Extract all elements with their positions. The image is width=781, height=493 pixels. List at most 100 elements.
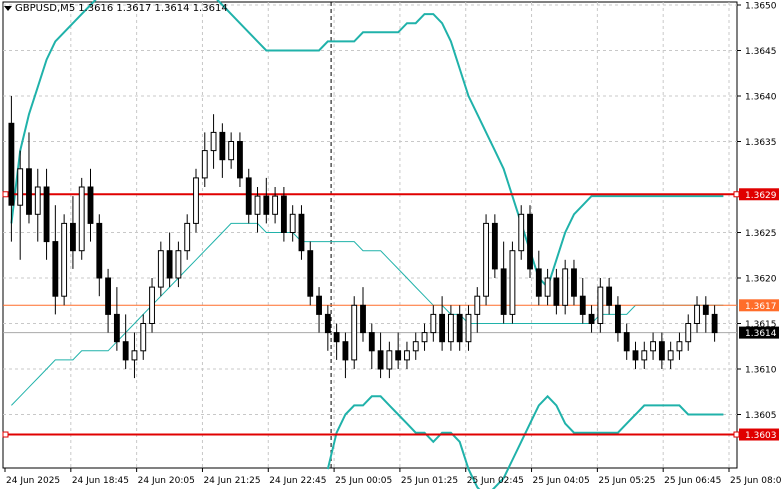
- level-anchor-left: [2, 191, 9, 198]
- candle-body-bear: [491, 222, 498, 270]
- x-tick-label: 25 Jun 08:05: [730, 476, 781, 486]
- candle: [650, 332, 656, 360]
- candle: [113, 287, 120, 351]
- candle-body-bull: [562, 268, 569, 306]
- candle-body-bear: [280, 195, 287, 234]
- candle-body-bull: [518, 213, 525, 252]
- candle: [702, 296, 709, 333]
- candle: [307, 241, 314, 306]
- y-tick-label: 1.3635: [745, 138, 777, 148]
- candle: [61, 214, 68, 306]
- candle: [78, 177, 85, 260]
- price-label-current: 1.3614: [745, 329, 777, 339]
- candle-body-bear: [8, 122, 15, 206]
- candle-body-bear: [632, 350, 639, 361]
- candle-body-bear: [500, 268, 507, 315]
- candle: [368, 323, 375, 369]
- candle: [465, 305, 472, 351]
- candle-body-bear: [26, 168, 32, 215]
- candle: [157, 241, 164, 297]
- x-tick-label: 25 Jun 02:45: [467, 476, 524, 486]
- candle: [272, 187, 279, 224]
- candle-body-bear: [395, 350, 402, 361]
- candle: [245, 168, 252, 224]
- price-label-ask: 1.3617: [745, 302, 777, 312]
- candle-body-bear: [456, 313, 463, 343]
- y-tick-label: 1.3605: [745, 411, 777, 421]
- candle: [298, 205, 305, 260]
- candle: [562, 259, 569, 315]
- candle-body-bull: [272, 195, 279, 215]
- candle: [588, 305, 595, 333]
- candle: [641, 341, 648, 369]
- candle: [184, 214, 191, 260]
- candle: [491, 214, 498, 278]
- candle: [694, 296, 700, 333]
- ohlc-values: 1.3616 1.3617 1.3614 1.3614: [78, 3, 228, 14]
- candle-body-bear: [342, 341, 349, 361]
- candle-body-bear: [219, 131, 226, 161]
- x-tick-label: 25 Jun 06:45: [664, 476, 721, 486]
- candle-body-bear: [52, 241, 59, 297]
- candle: [544, 268, 551, 306]
- candle: [43, 168, 50, 260]
- candle: [527, 205, 533, 278]
- x-tick-label: 25 Jun 00:05: [335, 476, 392, 486]
- candle-body-bear: [702, 304, 709, 315]
- candle-body-bull: [465, 313, 472, 343]
- x-tick-label: 24 Jun 18:45: [72, 476, 129, 486]
- chart-canvas[interactable]: 1.36291.36171.36141.3603 1.36501.36451.3…: [0, 0, 781, 493]
- chart-header: GBPUSD,M5 1.3616 1.3617 1.3614 1.3614: [4, 3, 228, 14]
- level-anchor-right: [733, 191, 740, 198]
- candle-body-bear: [527, 213, 533, 270]
- candle-body-bear: [333, 332, 340, 343]
- candle-body-bear: [298, 213, 305, 252]
- candle: [289, 205, 296, 242]
- candle-body-bear: [43, 186, 50, 243]
- price-chart[interactable]: GBPUSD,M5 1.3616 1.3617 1.3614 1.3614 1.…: [0, 0, 781, 493]
- y-tick-label: 1.3615: [745, 320, 777, 330]
- candle-body-bear: [166, 250, 173, 279]
- candle: [535, 250, 542, 306]
- candle-body-bull: [254, 195, 261, 215]
- candle-body-bull: [157, 250, 164, 288]
- candle: [509, 241, 516, 324]
- candle-body-bear: [579, 295, 586, 315]
- candle-body-bear: [122, 341, 129, 361]
- candle-body-bull: [474, 295, 481, 315]
- candle-body-bull: [61, 222, 68, 297]
- candle: [377, 332, 384, 379]
- candle: [421, 323, 428, 351]
- candle-body-bear: [96, 222, 103, 279]
- candle-body-bull: [597, 286, 604, 325]
- candle: [439, 296, 446, 351]
- candles: [8, 96, 718, 379]
- chart-menu-triangle-icon[interactable]: [4, 6, 12, 11]
- candle-body-bull: [149, 286, 155, 325]
- candle-body-bull: [447, 313, 454, 343]
- candle-body-bull: [404, 350, 410, 361]
- candle-body-bull: [210, 131, 217, 152]
- price-label-level: 1.3629: [745, 191, 777, 201]
- candle-body-bull: [386, 350, 393, 370]
- candle: [597, 278, 604, 333]
- candle: [553, 268, 560, 315]
- candle-body-bear: [571, 268, 577, 297]
- x-tick-label: 25 Jun 01:25: [401, 476, 458, 486]
- candle-body-bear: [70, 222, 76, 252]
- candle-body-bear: [237, 141, 243, 179]
- candle: [623, 323, 630, 360]
- candle-body-bear: [245, 177, 252, 215]
- candle-body-bull: [667, 350, 674, 361]
- candle: [351, 296, 358, 369]
- candle: [412, 332, 419, 360]
- candle-body-bull: [17, 168, 24, 206]
- candle: [324, 305, 331, 351]
- x-tick-label: 25 Jun 04:05: [533, 476, 590, 486]
- candle-body-bear: [368, 332, 375, 352]
- y-tick-label: 1.3625: [745, 229, 777, 239]
- candle: [606, 278, 613, 315]
- candle: [26, 132, 32, 224]
- candle: [210, 114, 217, 169]
- candle: [149, 278, 155, 333]
